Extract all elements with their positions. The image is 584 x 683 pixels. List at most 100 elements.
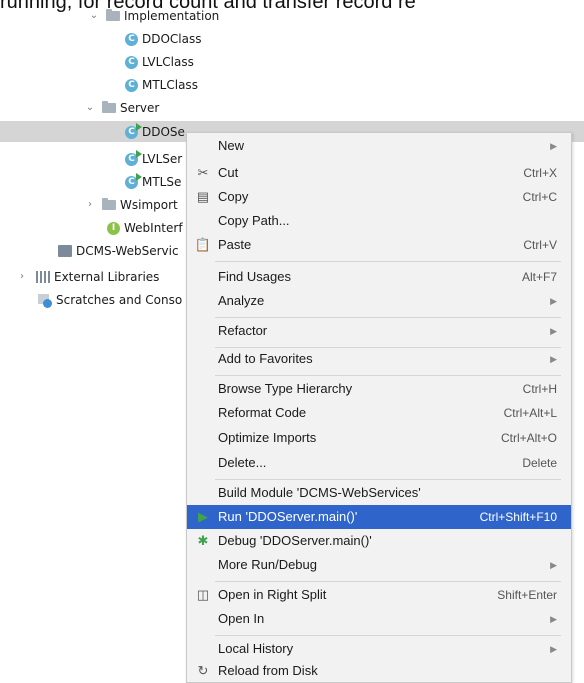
submenu-arrow-icon: ▶ [550,296,557,306]
chevron-right-icon[interactable]: › [84,195,96,215]
menu-item-label: Add to Favorites [218,351,313,366]
menu-item-label: Browse Type Hierarchy [218,381,353,396]
menu-item-refactor[interactable]: Refactor ▶ [187,319,571,343]
tree-node-label: Server [120,101,160,115]
chevron-down-icon[interactable]: ⌄ [88,6,100,26]
menu-item-debug[interactable]: ✱ Debug 'DDOServer.main()' [187,529,571,553]
chevron-down-icon[interactable]: ⌄ [84,98,96,118]
menu-item-shortcut: Ctrl+H [522,382,557,396]
menu-item-label: Delete... [218,455,267,470]
tree-node-label: LVLClass [142,55,194,69]
menu-separator [215,261,561,262]
menu-item-add-to-favorites[interactable]: Add to Favorites ▶ [187,347,571,371]
menu-item-optimize-imports[interactable]: Optimize Imports Ctrl+Alt+O [187,426,571,450]
runnable-class-icon: C [125,122,142,139]
menu-item-build-module[interactable]: Build Module 'DCMS-WebServices' [187,481,571,505]
folder-icon [102,101,116,113]
menu-item-run[interactable]: ▶ Run 'DDOServer.main()' Ctrl+Shift+F10 [187,505,571,529]
menu-item-label: Run 'DDOServer.main()' [218,509,358,524]
menu-item-browse-type-hierarchy[interactable]: Browse Type Hierarchy Ctrl+H [187,377,571,401]
interface-icon: I [107,221,120,235]
menu-item-shortcut: Ctrl+V [523,238,557,252]
libraries-icon [36,271,50,283]
menu-item-analyze[interactable]: Analyze ▶ [187,289,571,313]
menu-item-label: Copy Path... [218,213,290,228]
menu-item-cut[interactable]: ✂ Cut Ctrl+X [187,161,571,185]
menu-item-reload-from-disk[interactable]: ↻ Reload from Disk [187,659,571,683]
menu-separator [215,317,561,318]
menu-separator [215,479,561,480]
menu-item-shortcut: Shift+Enter [497,588,557,602]
menu-item-label: Paste [218,237,252,252]
submenu-arrow-icon: ▶ [550,326,557,336]
chevron-right-icon[interactable]: › [16,267,28,287]
tree-node-label: DCMS-WebServic [76,244,179,258]
menu-item-open-in[interactable]: Open In ▶ [187,607,571,631]
submenu-arrow-icon: ▶ [550,560,557,570]
tree-node-webinterface[interactable]: I WebInterf [107,218,183,238]
scratches-icon [38,293,52,308]
tree-node-label: Scratches and Conso [56,293,183,307]
tree-node-ddoserver[interactable]: C DDOSe [125,122,185,142]
menu-item-label: Optimize Imports [218,430,317,445]
menu-separator [215,635,561,636]
menu-item-new[interactable]: New ▶ [187,134,571,158]
submenu-arrow-icon: ▶ [550,141,557,151]
tree-node-label: LVLSer [142,152,183,166]
tree-node-label: Implementation [124,9,220,23]
tree-node-lvlserver[interactable]: C LVLSer [125,149,182,169]
menu-item-open-in-right-split[interactable]: ◫ Open in Right Split Shift+Enter [187,583,571,607]
tree-node-server[interactable]: ⌄ Server [84,98,159,118]
menu-item-find-usages[interactable]: Find Usages Alt+F7 [187,265,571,289]
menu-item-copy-path[interactable]: Copy Path... [187,209,571,233]
tree-node-label: MTLClass [142,78,198,92]
menu-item-label: Build Module 'DCMS-WebServices' [218,485,421,500]
menu-item-label: New [218,138,245,153]
tree-node-implementation[interactable]: ⌄ Implementation [88,6,219,26]
menu-item-shortcut: Delete [522,456,557,470]
menu-item-shortcut: Ctrl+Shift+F10 [479,510,557,524]
menu-item-delete[interactable]: Delete... Delete [187,451,571,475]
menu-item-shortcut: Ctrl+C [522,190,557,204]
menu-item-label: Open In [218,611,265,626]
tree-node-label: External Libraries [54,270,160,284]
tree-node-label: DDOClass [142,32,202,46]
menu-item-label: Copy [218,189,249,204]
tree-node-lvlclass[interactable]: C LVLClass [125,52,194,72]
menu-item-label: Analyze [218,293,265,308]
menu-item-shortcut: Ctrl+Alt+O [500,431,557,445]
submenu-arrow-icon: ▶ [550,354,557,364]
menu-item-label: More Run/Debug [218,557,317,572]
menu-item-label: Reload from Disk [218,663,318,678]
tree-node-label: MTLSe [142,175,182,189]
tree-node-external-libraries[interactable]: › External Libraries [16,267,159,287]
run-icon: ▶ [198,509,208,524]
paste-icon: 📋 [194,237,212,252]
tree-node-label: Wsimport [120,198,178,212]
tree-node-scratches[interactable]: Scratches and Conso [38,290,182,310]
menu-item-copy[interactable]: ▤ Copy Ctrl+C [187,185,571,209]
menu-item-shortcut: Ctrl+X [523,166,557,180]
menu-item-local-history[interactable]: Local History ▶ [187,637,571,661]
tree-node-mtlserver[interactable]: C MTLSe [125,172,181,192]
copy-icon: ▤ [196,189,210,204]
debug-icon: ✱ [197,533,209,548]
menu-item-label: Refactor [218,323,268,338]
menu-item-paste[interactable]: 📋 Paste Ctrl+V [187,233,571,257]
class-icon: C [125,78,138,92]
menu-item-label: Local History [218,641,294,656]
folder-icon [102,198,116,210]
tree-node-wsimport[interactable]: › Wsimport [84,195,178,215]
menu-separator [215,581,561,582]
menu-item-label: Find Usages [218,269,291,284]
tree-node-label: DDOSe [142,125,185,139]
tree-node-module[interactable]: DCMS-WebServic [58,241,179,261]
tree-node-mtlclass[interactable]: C MTLClass [125,75,198,95]
tree-node-ddoclass[interactable]: C DDOClass [125,29,202,49]
cut-icon: ✂ [197,165,209,180]
split-icon: ◫ [196,587,210,602]
module-icon [58,245,72,257]
menu-item-reformat-code[interactable]: Reformat Code Ctrl+Alt+L [187,401,571,425]
menu-item-more-run-debug[interactable]: More Run/Debug ▶ [187,553,571,577]
runnable-class-icon: C [125,172,142,189]
